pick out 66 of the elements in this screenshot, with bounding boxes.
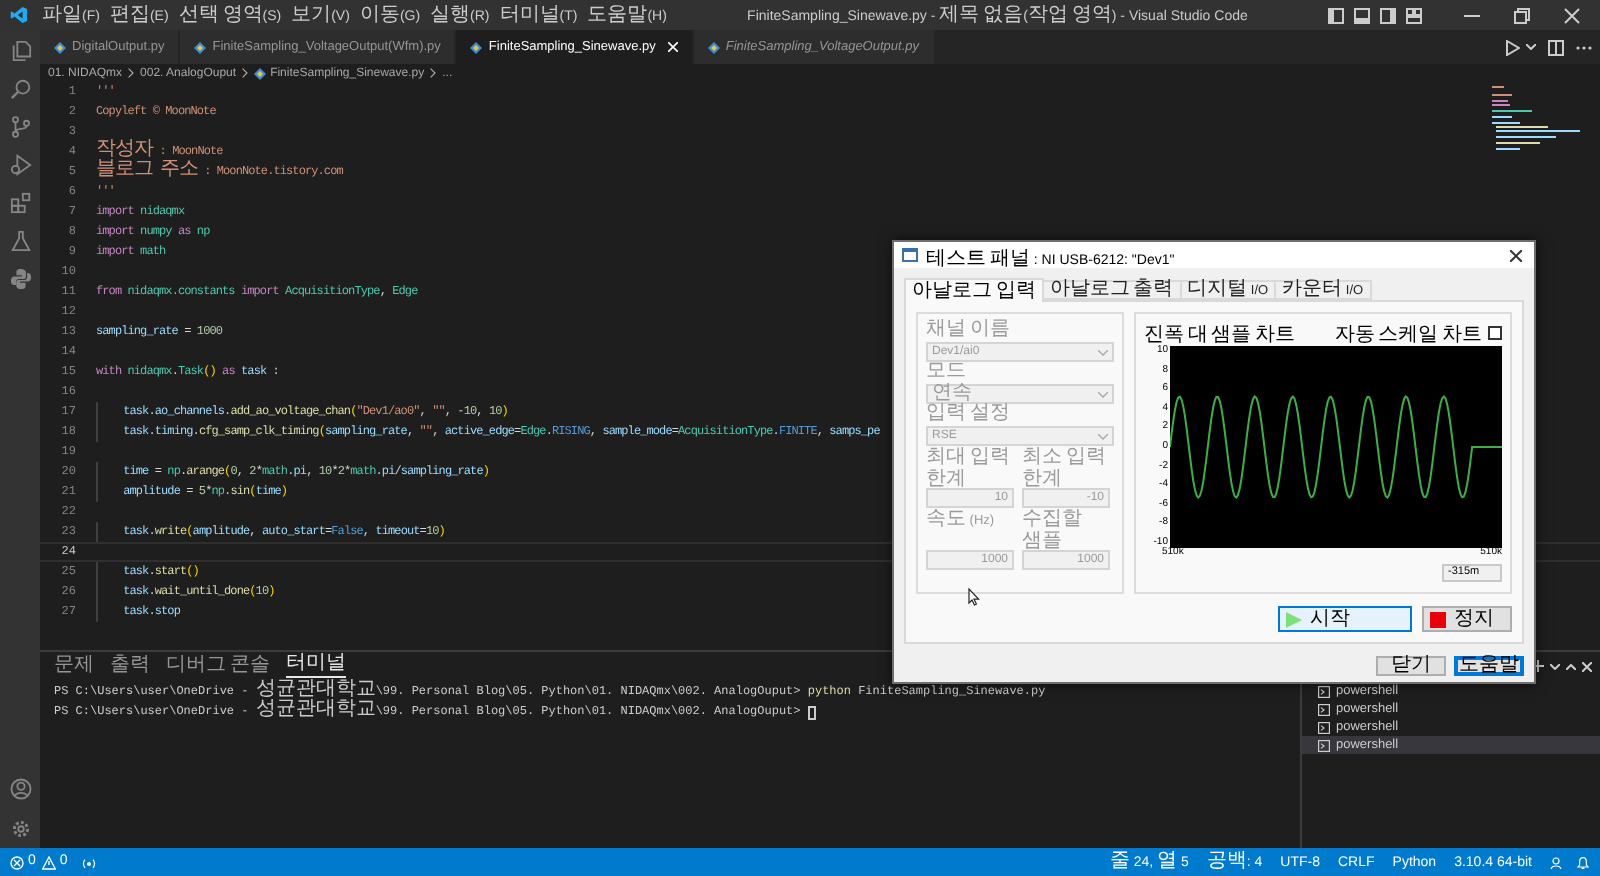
account-icon[interactable] [9, 778, 31, 800]
panel-tab[interactable]: 터미널 [285, 654, 346, 678]
checkbox-label: 자동 스케일 차트 [1334, 330, 1482, 344]
branch-icon[interactable] [9, 116, 31, 138]
stop-icon [1430, 611, 1446, 627]
extensions-icon[interactable] [9, 192, 31, 214]
dialog-tab[interactable]: 아날로그 입력 [904, 278, 1044, 302]
layout-icon[interactable] [1380, 7, 1396, 23]
minimap-drawing [1492, 86, 1580, 154]
chevron-down-icon [1098, 349, 1108, 355]
chevron-right-icon [242, 68, 249, 78]
field-label: 모드 [926, 364, 968, 383]
broadcast-icon[interactable] [81, 855, 96, 869]
chevron-down-icon[interactable] [1550, 663, 1560, 669]
layout-icon[interactable] [1328, 7, 1344, 23]
terminal-icon [1318, 739, 1330, 751]
settings-icon[interactable] [9, 818, 31, 840]
checkbox[interactable] [1488, 325, 1502, 339]
error-icon[interactable] [10, 855, 24, 869]
chevron-right-icon [430, 68, 437, 78]
chevron-up-icon[interactable] [1566, 663, 1576, 669]
panel-tab[interactable]: 디버그 콘솔 [166, 655, 270, 677]
field-label: 수집할 샘플 [1022, 510, 1084, 550]
warning-icon[interactable] [41, 855, 56, 869]
panel-tab[interactable]: 출력 [110, 655, 150, 677]
terminal-icon [1318, 685, 1330, 697]
chevron-down-icon[interactable] [1526, 44, 1536, 50]
feedback-icon[interactable] [1550, 855, 1564, 869]
run-debug-icon[interactable] [9, 154, 31, 176]
layout-icon[interactable] [1354, 7, 1370, 23]
flask-icon[interactable] [9, 230, 31, 252]
plus-icon[interactable] [1532, 660, 1544, 672]
play-icon [1286, 611, 1302, 627]
dialog-tab[interactable]: 아날로그 출력 [1041, 280, 1182, 300]
window-icon [902, 248, 918, 262]
python-file-icon [54, 41, 66, 53]
split-editor-icon[interactable] [1548, 39, 1564, 55]
python-icon[interactable] [9, 268, 31, 290]
dialog-button[interactable]: 닫기 [1376, 656, 1446, 676]
field-label: 최대 입력 한계 [926, 448, 1012, 488]
minimize-icon[interactable] [1464, 13, 1480, 17]
python-file-icon [194, 41, 207, 53]
python-file-icon [707, 41, 720, 53]
start-button[interactable]: 시작 [1278, 606, 1412, 632]
chevron-down-icon [1098, 433, 1108, 439]
field-label: 채널 이름 [926, 322, 1012, 342]
terminal-icon [1318, 703, 1330, 715]
field-label: 입력 설정 [926, 406, 1012, 426]
dialog-button[interactable]: 도움말 [1454, 656, 1524, 676]
search-icon[interactable] [9, 78, 31, 100]
bell-icon[interactable] [1576, 855, 1590, 869]
app-logo-icon [10, 6, 28, 24]
chart-title: 진폭 대 샘플 차트 [1144, 330, 1295, 344]
chevron-right-icon [128, 68, 135, 78]
terminal-icon [1318, 721, 1330, 733]
python-file-icon [470, 41, 483, 53]
panel-tab[interactable]: 문제 [54, 655, 94, 677]
layout-icon[interactable] [1406, 7, 1422, 23]
close-icon[interactable] [1510, 249, 1522, 261]
python-file-icon [254, 67, 267, 79]
chevron-down-icon [1098, 391, 1108, 397]
stop-button[interactable]: 정지 [1422, 606, 1512, 632]
play-icon[interactable] [1506, 39, 1520, 55]
files-icon[interactable] [9, 40, 31, 62]
field-label: 최소 입력 한계 [1022, 448, 1108, 488]
restore-icon[interactable] [1514, 7, 1530, 23]
